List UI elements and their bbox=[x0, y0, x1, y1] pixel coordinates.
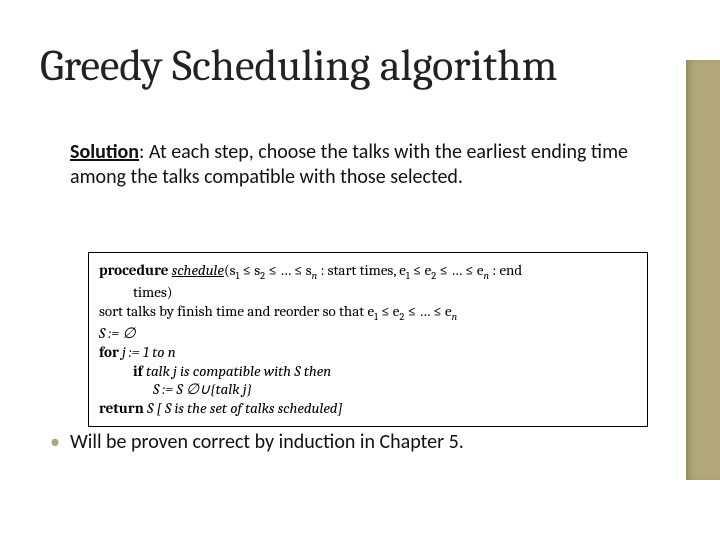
t: n bbox=[452, 311, 458, 323]
proc-name: schedule bbox=[172, 261, 224, 279]
kw-if: if bbox=[133, 362, 146, 380]
bullet-list: • Will be proven correct by induction in… bbox=[50, 430, 660, 455]
t: ≤ e bbox=[378, 302, 400, 320]
bullet-item: • Will be proven correct by induction in… bbox=[50, 430, 660, 455]
slide-title: Greedy Scheduling algorithm bbox=[40, 40, 557, 91]
t: : end bbox=[489, 261, 522, 279]
solution-paragraph: Solution: At each step, choose the talks… bbox=[70, 140, 650, 190]
bullet-text: Will be proven correct by induction in C… bbox=[70, 430, 464, 454]
t: ≤ … ≤ e bbox=[436, 261, 483, 279]
solution-text: : At each step, choose the talks with th… bbox=[70, 140, 628, 189]
algo-line-1: procedure schedule(s1 ≤ s2 ≤ … ≤ sn : st… bbox=[99, 261, 637, 283]
kw-procedure: procedure bbox=[99, 261, 172, 279]
algorithm-box: procedure schedule(s1 ≤ s2 ≤ … ≤ sn : st… bbox=[88, 252, 648, 427]
t: ≤ … ≤ s bbox=[265, 261, 312, 279]
algo-line-3: S := ∅ bbox=[99, 324, 637, 343]
bullet-icon: • bbox=[50, 430, 60, 455]
algo-line-5: if talk j is compatible with S then bbox=[99, 362, 637, 381]
algo-line-4: for j := 1 to n bbox=[99, 343, 637, 362]
kw-for: for bbox=[99, 343, 122, 361]
t: talk j is compatible with S then bbox=[146, 362, 331, 380]
kw-return: return bbox=[99, 399, 147, 417]
t: ≤ e bbox=[410, 261, 432, 279]
t: (s bbox=[224, 261, 236, 279]
accent-sidebar bbox=[686, 60, 720, 480]
algo-line-1b: times) bbox=[99, 283, 637, 302]
t: j := 1 to n bbox=[122, 343, 176, 361]
t: sort talks by finish time and reorder so… bbox=[99, 302, 374, 320]
t: S [ S is the set of talks scheduled] bbox=[147, 399, 343, 417]
solution-label: Solution bbox=[70, 140, 139, 164]
t: : start times, e bbox=[317, 261, 406, 279]
slide: Greedy Scheduling algorithm Solution: At… bbox=[0, 0, 720, 540]
algo-line-6: S := S ∅∪{talk j} bbox=[99, 380, 637, 399]
t: ≤ … ≤ e bbox=[404, 302, 451, 320]
algo-line-2: sort talks by finish time and reorder so… bbox=[99, 302, 637, 324]
algo-line-7: return S [ S is the set of talks schedul… bbox=[99, 399, 637, 418]
t: ≤ s bbox=[239, 261, 260, 279]
